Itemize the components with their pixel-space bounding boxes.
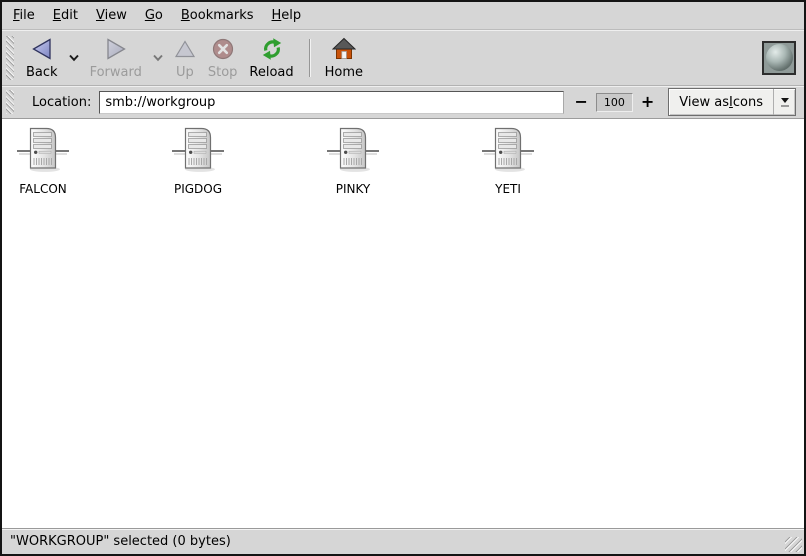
network-server-item-yeti[interactable]: YETI [469, 127, 547, 196]
location-label: Location: [32, 95, 91, 110]
network-server-item-pigdog[interactable]: PIGDOG [159, 127, 237, 196]
toolbar: Back Forward Up [2, 30, 804, 86]
location-bar-drag-handle[interactable] [6, 90, 14, 114]
up-icon [174, 36, 196, 63]
view-as-label: View as Icons [669, 89, 773, 115]
dropdown-arrow-icon [774, 89, 795, 115]
toolbar-separator [309, 39, 310, 77]
resize-grip[interactable] [785, 537, 802, 552]
status-text: "WORKGROUP" selected (0 bytes) [10, 534, 231, 549]
file-manager-window: File Edit View Go Bookmarks Help Back Fo… [0, 0, 806, 556]
throbber-sphere [766, 44, 793, 71]
stop-button: Stop [202, 33, 244, 83]
zoom-out-button[interactable]: − [570, 94, 591, 110]
back-label: Back [26, 66, 58, 80]
reload-button[interactable]: Reload [243, 33, 299, 83]
forward-history-dropdown-icon [148, 30, 168, 86]
file-label: YETI [495, 182, 521, 196]
reload-label: Reload [249, 66, 293, 80]
file-label: FALCON [19, 182, 67, 196]
menu-view[interactable]: View [87, 3, 136, 28]
zoom-in-button[interactable]: + [637, 94, 658, 110]
location-input[interactable] [99, 91, 564, 114]
back-history-dropdown-icon[interactable] [64, 30, 84, 86]
view-as-dropdown[interactable]: View as Icons [668, 88, 796, 116]
server-icon [481, 127, 535, 177]
server-icon [326, 127, 380, 177]
stop-icon [211, 36, 235, 63]
back-icon [30, 36, 54, 63]
throbber-icon [762, 41, 796, 75]
server-icon [171, 127, 225, 177]
menu-help[interactable]: Help [263, 3, 311, 28]
status-bar: "WORKGROUP" selected (0 bytes) [2, 529, 804, 554]
up-label: Up [176, 66, 194, 80]
home-label: Home [325, 66, 363, 80]
forward-label: Forward [90, 66, 142, 80]
menu-bar: File Edit View Go Bookmarks Help [2, 2, 804, 30]
up-button: Up [168, 33, 202, 83]
home-icon [332, 36, 356, 63]
server-icon [16, 127, 70, 177]
menu-go[interactable]: Go [136, 3, 172, 28]
file-label: PIGDOG [174, 182, 222, 196]
menu-edit[interactable]: Edit [44, 3, 87, 28]
stop-label: Stop [208, 66, 238, 80]
network-server-item-falcon[interactable]: FALCON [4, 127, 82, 196]
location-bar: Location: − 100 + View as Icons [2, 86, 804, 119]
toolbar-drag-handle[interactable] [6, 36, 14, 80]
back-button[interactable]: Back [20, 33, 64, 83]
zoom-level-indicator[interactable]: 100 [596, 93, 633, 112]
menu-file[interactable]: File [4, 3, 44, 28]
forward-icon [104, 36, 128, 63]
file-label: PINKY [336, 182, 371, 196]
file-view[interactable]: FALCON [2, 119, 804, 529]
home-button[interactable]: Home [319, 33, 369, 83]
network-server-item-pinky[interactable]: PINKY [314, 127, 392, 196]
reload-icon [260, 36, 284, 63]
menu-bookmarks[interactable]: Bookmarks [172, 3, 263, 28]
forward-button: Forward [84, 33, 148, 83]
